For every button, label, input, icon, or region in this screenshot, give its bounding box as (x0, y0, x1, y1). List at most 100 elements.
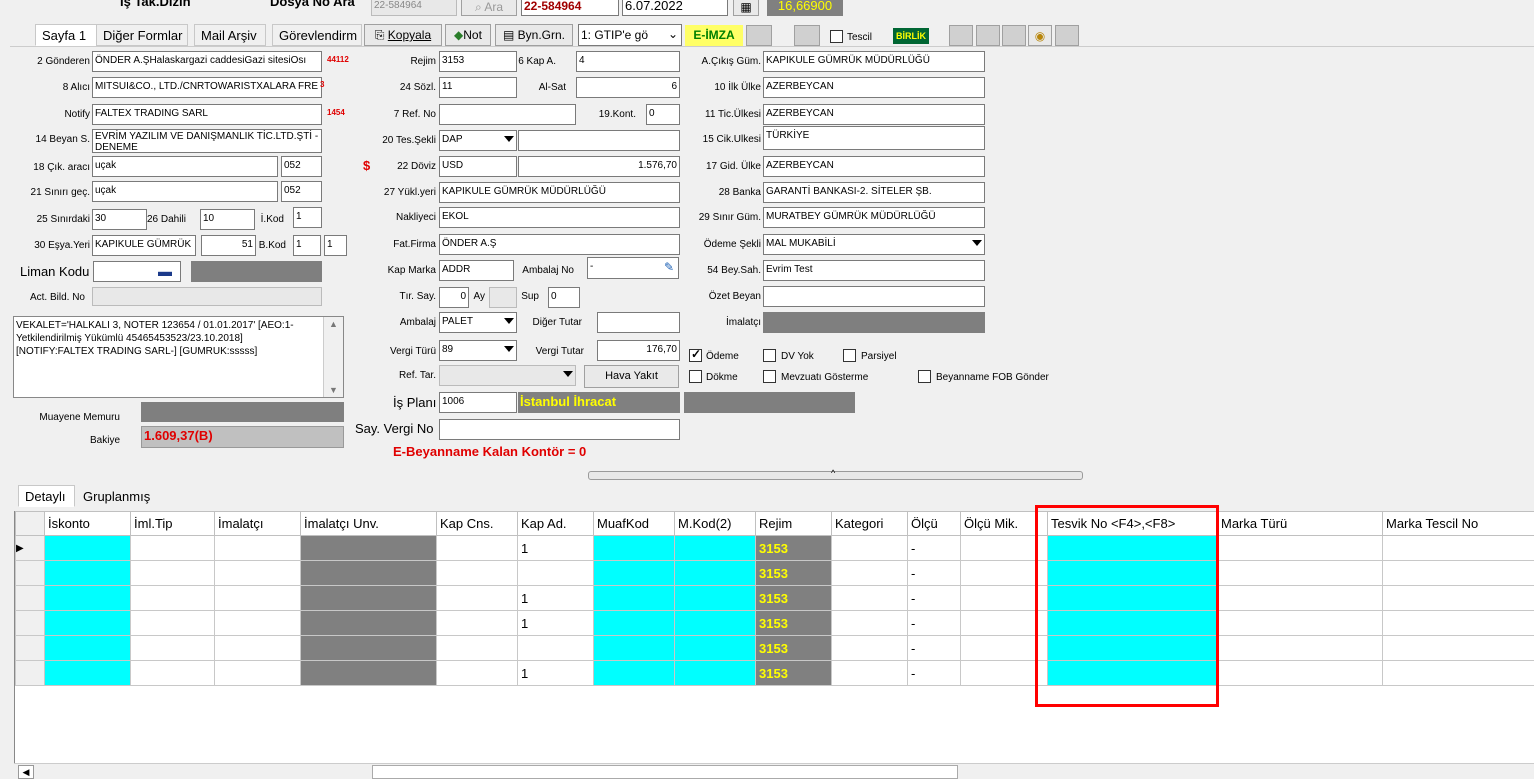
kategori-cell[interactable] (831, 585, 908, 611)
banka-input[interactable]: GARANTİ BANKASI-2. SİTELER ŞB. (763, 182, 985, 203)
imalatci-cell[interactable] (214, 535, 301, 561)
ambno-input[interactable]: - ✎ (587, 257, 679, 279)
doviz-input[interactable]: USD (439, 156, 517, 177)
odeme-select[interactable]: MAL MUKABİLİ (763, 234, 985, 255)
column-header[interactable]: İmalatçı Unv. (300, 511, 437, 536)
iskonto-cell[interactable] (44, 635, 131, 661)
marka-turu-cell[interactable] (1217, 585, 1383, 611)
kapa-input[interactable]: 4 (576, 51, 680, 72)
toolbar-blank-button-1[interactable] (746, 25, 772, 46)
mevzuati-checkbox[interactable] (763, 370, 776, 383)
muaf-kod-cell[interactable] (593, 610, 675, 636)
gonderen-input[interactable]: ÖNDER A.ŞHalaskargazi caddesiGazi sitesi… (92, 51, 322, 72)
ozet-input[interactable] (763, 286, 985, 307)
edit-icon[interactable]: ✎ (664, 259, 674, 275)
tab-diger-formlar[interactable]: Diğer Formlar (96, 24, 188, 46)
sinir-code-input[interactable]: 052 (281, 181, 322, 202)
iml-tip-cell[interactable] (130, 610, 215, 636)
column-header[interactable]: Marka Tescil No (1382, 511, 1534, 536)
m-kod2-cell[interactable] (674, 560, 756, 586)
lookup-icon[interactable]: ▬ (158, 263, 172, 279)
dosya-no-input[interactable]: 22-584964 (371, 0, 457, 16)
imalatci-cell[interactable] (214, 635, 301, 661)
marka-tescil-cell[interactable] (1382, 535, 1534, 561)
muaf-kod-cell[interactable] (593, 535, 675, 561)
olcu-cell[interactable]: - (907, 535, 961, 561)
imalatci-unv-cell[interactable] (300, 585, 437, 611)
toolbar-blank-button-3[interactable] (949, 25, 973, 46)
imalatci-cell[interactable] (214, 560, 301, 586)
fat-input[interactable]: ÖNDER A.Ş (439, 234, 680, 255)
birlik-button[interactable]: BİRLİK (893, 28, 929, 44)
ikod-input[interactable]: 1 (293, 207, 322, 228)
column-header[interactable]: İskonto (44, 511, 131, 536)
rejim-cell[interactable]: 3153 (755, 560, 832, 586)
rejim-input[interactable]: 3153 (439, 51, 517, 72)
marka-input[interactable]: ADDR (439, 260, 514, 281)
iml-tip-cell[interactable] (130, 635, 215, 661)
vturu-select[interactable]: 89 (439, 340, 517, 361)
alsat-input[interactable]: 6 (576, 77, 680, 98)
vtutar-input[interactable]: 176,70 (597, 340, 680, 361)
olcu-cell[interactable]: - (907, 660, 961, 686)
rejim-cell[interactable]: 3153 (755, 535, 832, 561)
toolbar-blank-button-6[interactable] (1055, 25, 1079, 46)
iskonto-cell[interactable] (44, 585, 131, 611)
marka-tescil-cell[interactable] (1382, 660, 1534, 686)
byn-grn-button[interactable]: ▤ Byn.Grn. (495, 24, 573, 46)
m-kod2-cell[interactable] (674, 635, 756, 661)
marka-turu-cell[interactable] (1217, 635, 1383, 661)
doviz-amount-input[interactable]: 1.576,70 (518, 156, 680, 177)
sinirgum-input[interactable]: MURATBEY GÜMRÜK MÜDÜRLÜĞÜ (763, 207, 985, 228)
table-row[interactable]: 1 3153 - (15, 610, 1534, 636)
alici-input[interactable]: MITSUI&CO., LTD./CNRTOWARISTXALARA FRE (92, 77, 322, 98)
tab-gruplanmis[interactable]: Gruplanmış (76, 485, 158, 507)
sinir-input[interactable]: uçak (92, 181, 278, 202)
dokme-checkbox[interactable] (689, 370, 702, 383)
marka-tescil-cell[interactable] (1382, 610, 1534, 636)
cik-input[interactable]: TÜRKİYE (763, 126, 985, 150)
marka-turu-cell[interactable] (1217, 610, 1383, 636)
sozl-input[interactable]: 11 (439, 77, 517, 98)
act-bild-input[interactable] (92, 287, 322, 306)
toolbar-blank-button-4[interactable] (976, 25, 1000, 46)
imalatci-cell[interactable] (214, 660, 301, 686)
ilk-input[interactable]: AZERBEYCAN (763, 77, 985, 98)
marka-turu-cell[interactable] (1217, 535, 1383, 561)
column-header[interactable]: Marka Türü (1217, 511, 1383, 536)
iml-tip-cell[interactable] (130, 585, 215, 611)
dahili-input[interactable]: 10 (200, 209, 255, 230)
olcu-cell[interactable]: - (907, 560, 961, 586)
tes-desc-input[interactable] (518, 130, 680, 151)
kopyala-button[interactable]: ⎘ Kopyala (364, 24, 442, 46)
date-field[interactable]: 6.07.2022 (622, 0, 728, 16)
coins-button[interactable]: ◉ (1028, 25, 1052, 46)
arrow-left-icon[interactable]: ◀ (18, 765, 34, 779)
marka-turu-cell[interactable] (1217, 560, 1383, 586)
horizontal-scrollbar[interactable]: ◀ (14, 763, 1534, 779)
imalatci-unv-cell[interactable] (300, 610, 437, 636)
column-header[interactable]: İmalatçı (214, 511, 301, 536)
rejim-cell[interactable]: 3153 (755, 585, 832, 611)
esya-input[interactable]: KAPIKULE GÜMRÜK (92, 235, 196, 256)
iskonto-cell[interactable] (44, 535, 131, 561)
column-header[interactable]: Kategori (831, 511, 908, 536)
iskonto-cell[interactable] (44, 560, 131, 586)
toolbar-blank-button-2[interactable] (794, 25, 820, 46)
m-kod2-cell[interactable] (674, 585, 756, 611)
arrow-down-icon[interactable]: ▼ (329, 385, 338, 395)
tic-input[interactable]: AZERBEYCAN (763, 104, 985, 125)
tab-gorevlendirme[interactable]: Görevlendirm (272, 24, 362, 46)
reftar-select[interactable] (439, 365, 576, 386)
table-row[interactable]: 1 3153 - (15, 585, 1534, 611)
column-header[interactable]: İml.Tip (130, 511, 215, 536)
marka-tescil-cell[interactable] (1382, 585, 1534, 611)
kategori-cell[interactable] (831, 660, 908, 686)
m-kod2-cell[interactable] (674, 610, 756, 636)
table-row[interactable]: 3153 - (15, 560, 1534, 586)
bkod-input-1[interactable]: 1 (293, 235, 321, 256)
detail-grid[interactable]: İskonto İml.Tip İmalatçı İmalatçı Unv. Kap C… (14, 511, 1534, 763)
hava-yakit-button[interactable]: Hava Yakıt (584, 365, 679, 388)
muaf-kod-cell[interactable] (593, 560, 675, 586)
rejim-cell[interactable]: 3153 (755, 610, 832, 636)
